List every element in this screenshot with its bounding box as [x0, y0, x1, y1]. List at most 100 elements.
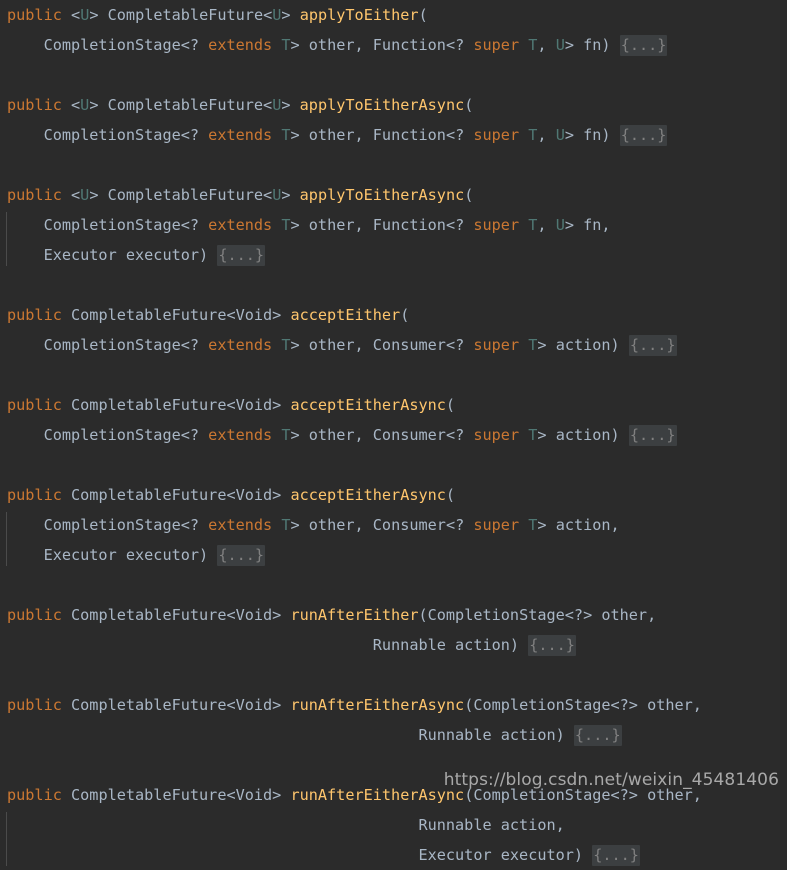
code-line[interactable]: CompletionStage<? extends T> other, Func… [0, 210, 787, 240]
keyword-token: super [473, 516, 520, 534]
source-code-view[interactable]: public <U> CompletableFuture<U> applyToE… [0, 0, 787, 866]
method-name-token: runAfterEither [290, 606, 419, 624]
code-line[interactable]: CompletionStage<? extends T> other, Func… [0, 30, 787, 60]
keyword-token: super [473, 126, 520, 144]
code-fold-placeholder[interactable]: {...} [619, 125, 668, 146]
indent-guide-line [6, 812, 7, 866]
identifier-token: ( [464, 96, 474, 114]
code-line[interactable]: public <U> CompletableFuture<U> applyToE… [0, 0, 787, 30]
identifier-token: > fn) [564, 126, 620, 144]
code-line[interactable]: public CompletableFuture<Void> acceptEit… [0, 390, 787, 420]
code-line[interactable]: public CompletableFuture<Void> runAfterE… [0, 690, 787, 720]
keyword-token: extends [208, 36, 273, 54]
code-line-blank[interactable] [0, 570, 787, 600]
code-fold-placeholder[interactable]: {...} [592, 845, 640, 866]
identifier-token: , [537, 126, 556, 144]
identifier-token: > fn) [564, 36, 620, 54]
indent-guide-line [6, 212, 7, 266]
identifier-token: CompletionStage<? [7, 216, 209, 234]
identifier-token: ( [445, 396, 456, 414]
code-fold-placeholder[interactable]: {...} [528, 635, 576, 656]
identifier-token: > other, Function<? [290, 36, 474, 54]
keyword-token: extends [208, 516, 273, 534]
code-fold-placeholder[interactable]: {...} [573, 725, 622, 746]
identifier-token [519, 516, 528, 534]
code-line-blank[interactable] [0, 150, 787, 180]
code-line[interactable]: public <U> CompletableFuture<U> applyToE… [0, 180, 787, 210]
type-parameter-token: U [272, 96, 282, 114]
identifier-token: > [281, 186, 300, 204]
code-fold-placeholder[interactable]: {...} [217, 245, 266, 266]
identifier-token: > [281, 96, 300, 114]
code-line-blank[interactable] [0, 270, 787, 300]
keyword-token: extends [208, 216, 273, 234]
code-line[interactable]: Executor executor) {...} [0, 840, 787, 870]
identifier-token: Runnable action, [7, 816, 565, 834]
identifier-token: > [281, 6, 300, 24]
type-parameter-token: T [281, 36, 291, 54]
code-line[interactable]: CompletionStage<? extends T> other, Func… [0, 120, 787, 150]
code-line-blank[interactable] [0, 360, 787, 390]
code-line[interactable]: public CompletableFuture<Void> runAfterE… [0, 780, 787, 810]
type-parameter-token: U [80, 6, 90, 24]
identifier-token: Executor executor) [7, 546, 218, 564]
identifier-token [272, 36, 281, 54]
keyword-token: public [7, 396, 62, 414]
method-name-token: applyToEitherAsync [299, 186, 465, 204]
code-fold-placeholder[interactable]: {...} [628, 335, 677, 356]
keyword-token: extends [208, 126, 273, 144]
code-line[interactable]: public CompletableFuture<Void> runAfterE… [0, 600, 787, 630]
code-line[interactable]: CompletionStage<? extends T> other, Cons… [0, 510, 787, 540]
identifier-token: Runnable action) [7, 726, 574, 744]
method-name-token: acceptEitherAsync [290, 486, 446, 504]
keyword-token: extends [208, 426, 273, 444]
code-line[interactable]: Executor executor) {...} [0, 540, 787, 570]
identifier-token: CompletableFuture< [107, 6, 273, 24]
identifier-token [519, 336, 528, 354]
identifier-token: < [71, 6, 81, 24]
code-editor-pane[interactable]: public <U> CompletableFuture<U> applyToE… [0, 0, 787, 866]
type-parameter-token: U [555, 216, 565, 234]
code-line[interactable]: Runnable action, [0, 810, 787, 840]
indent-guide-line [6, 512, 7, 566]
identifier-token: Runnable action) [7, 636, 529, 654]
keyword-token: extends [208, 336, 273, 354]
code-fold-placeholder[interactable]: {...} [619, 35, 668, 56]
identifier-token: CompletionStage<? [7, 336, 209, 354]
keyword-token: public [7, 606, 62, 624]
method-name-token: applyToEitherAsync [299, 96, 465, 114]
code-line[interactable]: public <U> CompletableFuture<U> applyToE… [0, 90, 787, 120]
code-line-blank[interactable] [0, 750, 787, 780]
identifier-token: CompletionStage<? [7, 426, 209, 444]
code-line-blank[interactable] [0, 450, 787, 480]
identifier-token: , [537, 216, 556, 234]
code-line[interactable]: public CompletableFuture<Void> acceptEit… [0, 300, 787, 330]
identifier-token [272, 336, 281, 354]
code-line-blank[interactable] [0, 60, 787, 90]
code-fold-placeholder[interactable]: {...} [217, 545, 266, 566]
identifier-token: Executor executor) [7, 846, 593, 864]
identifier-token: (CompletionStage<?> other, [464, 696, 702, 714]
code-line-blank[interactable] [0, 660, 787, 690]
identifier-token: ( [418, 6, 428, 24]
code-line[interactable]: CompletionStage<? extends T> other, Cons… [0, 330, 787, 360]
code-fold-placeholder[interactable]: {...} [628, 425, 677, 446]
type-parameter-token: T [281, 126, 291, 144]
identifier-token: > other, Consumer<? [290, 516, 474, 534]
identifier-token: > [89, 6, 108, 24]
code-line[interactable]: Runnable action) {...} [0, 720, 787, 750]
code-line[interactable]: public CompletableFuture<Void> acceptEit… [0, 480, 787, 510]
code-line[interactable]: Executor executor) {...} [0, 240, 787, 270]
identifier-token: > other, Consumer<? [290, 336, 474, 354]
type-parameter-token: T [281, 336, 291, 354]
code-line[interactable]: Runnable action) {...} [0, 630, 787, 660]
identifier-token: CompletableFuture<Void> [61, 786, 291, 804]
keyword-token: public [7, 186, 62, 204]
code-line[interactable]: CompletionStage<? extends T> other, Cons… [0, 420, 787, 450]
identifier-token: CompletableFuture<Void> [61, 696, 291, 714]
identifier-token: > CompletableFuture< [89, 96, 273, 114]
keyword-token: public [7, 786, 62, 804]
identifier-token [62, 6, 71, 24]
identifier-token [272, 426, 281, 444]
keyword-token: public [7, 6, 62, 24]
